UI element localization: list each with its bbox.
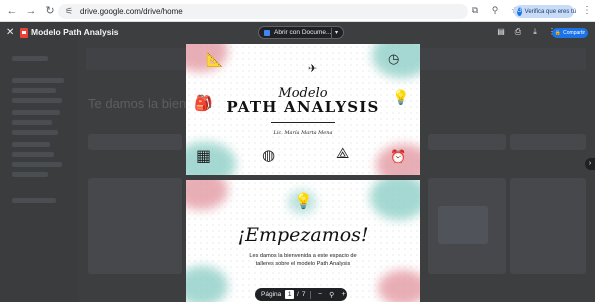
close-icon[interactable]: ✕ <box>6 27 14 38</box>
globe-icon: ◍ <box>262 146 276 164</box>
slide1-author: Lic. María Marta Mena <box>273 130 333 136</box>
menu-kebab-icon[interactable]: ⋮ <box>582 5 592 16</box>
docs-icon <box>264 29 270 36</box>
verify-label: Verifica que eres tú <box>524 8 577 15</box>
back-arrow-icon[interactable]: ← <box>5 4 19 18</box>
open-with-button[interactable]: Abrir con Docume... ▾ <box>258 26 344 39</box>
address-bar[interactable]: ⚟ drive.google.com/drive/home <box>58 4 468 19</box>
download-icon[interactable]: ⤓ <box>531 27 539 37</box>
ruler-icon: 📐 <box>206 52 224 68</box>
drive-card <box>510 134 586 150</box>
browser-toolbar: ← → ↻ ⚟ drive.google.com/drive/home ⧉ ⚲ … <box>0 0 595 22</box>
next-file-arrow-icon[interactable]: › <box>585 158 595 170</box>
comment-icon[interactable]: ▤ <box>497 27 505 37</box>
zoom-in-button[interactable]: + <box>340 291 347 298</box>
pink-splash <box>186 180 228 210</box>
clock-icon: ◷ <box>388 52 400 67</box>
pdf-icon <box>20 28 28 38</box>
drive-sidebar <box>0 22 78 302</box>
slide1-title: PATH ANALYSIS <box>226 98 380 116</box>
drive-card <box>88 134 182 150</box>
current-page-input[interactable]: 1 <box>285 290 295 299</box>
profile-avatar-icon: G <box>517 7 522 16</box>
slide-1: 📐 ✈ ◷ 🎒 💡 ▦ ◍ ⟁ ⏰ Modelo PATH ANALYSIS L… <box>186 44 420 175</box>
slide2-title: ¡Empezamos! <box>237 224 369 246</box>
viewer-file-title: Modelo Path Analysis <box>31 27 119 37</box>
paper-plane-icon: ✈ <box>308 62 318 75</box>
lightbulb-icon: 💡 <box>294 192 313 210</box>
verify-profile-button[interactable]: G Verifica que eres tú <box>514 5 577 18</box>
page-separator: / <box>297 291 299 298</box>
page-controls: Página 1 / 7 − ⚲ + <box>255 288 347 301</box>
page-label: Página <box>261 291 282 298</box>
slide2-body-line2: talleres sobre el modelo Path Analysis <box>255 261 351 267</box>
drive-thumbnail <box>438 206 488 244</box>
title-underline <box>271 122 335 123</box>
share-button[interactable]: 🔒 Compartir <box>552 28 588 38</box>
slide2-body-line1: Les damos la bienvenida a este espacio d… <box>249 253 357 259</box>
lock-icon: 🔒 <box>554 30 562 36</box>
slide2-body: Les damos la bienvenida a este espacio d… <box>216 252 390 268</box>
share-label: Compartir <box>563 30 586 36</box>
drive-card <box>428 134 506 150</box>
open-with-label: Abrir con Docume... <box>274 29 332 36</box>
forward-arrow-icon[interactable]: → <box>24 4 38 18</box>
compass-icon: ⟁ <box>336 144 350 162</box>
install-icon[interactable]: ⧉ <box>470 5 480 16</box>
zoom-icon[interactable]: ⚲ <box>490 5 500 16</box>
total-pages: 7 <box>301 291 306 298</box>
chevron-down-icon[interactable]: ▾ <box>335 27 338 39</box>
alarm-clock-icon: ⏰ <box>390 150 407 165</box>
url-text[interactable]: drive.google.com/drive/home <box>80 7 183 16</box>
print-icon[interactable]: ⎙ <box>514 27 522 37</box>
teal-splash <box>186 266 228 302</box>
slide-2: 💡 ¡Empezamos! Les damos la bienvenida a … <box>186 180 420 302</box>
drive-file-card <box>88 178 182 274</box>
calculator-icon: ▦ <box>196 146 212 165</box>
tune-icon[interactable]: ⚟ <box>62 6 76 17</box>
pink-splash <box>378 270 420 302</box>
reload-icon[interactable]: ↻ <box>43 4 57 18</box>
zoom-out-button[interactable]: − <box>316 291 323 298</box>
teal-splash <box>370 180 420 220</box>
drive-file-card <box>510 178 586 274</box>
zoom-icon[interactable]: ⚲ <box>328 291 335 299</box>
